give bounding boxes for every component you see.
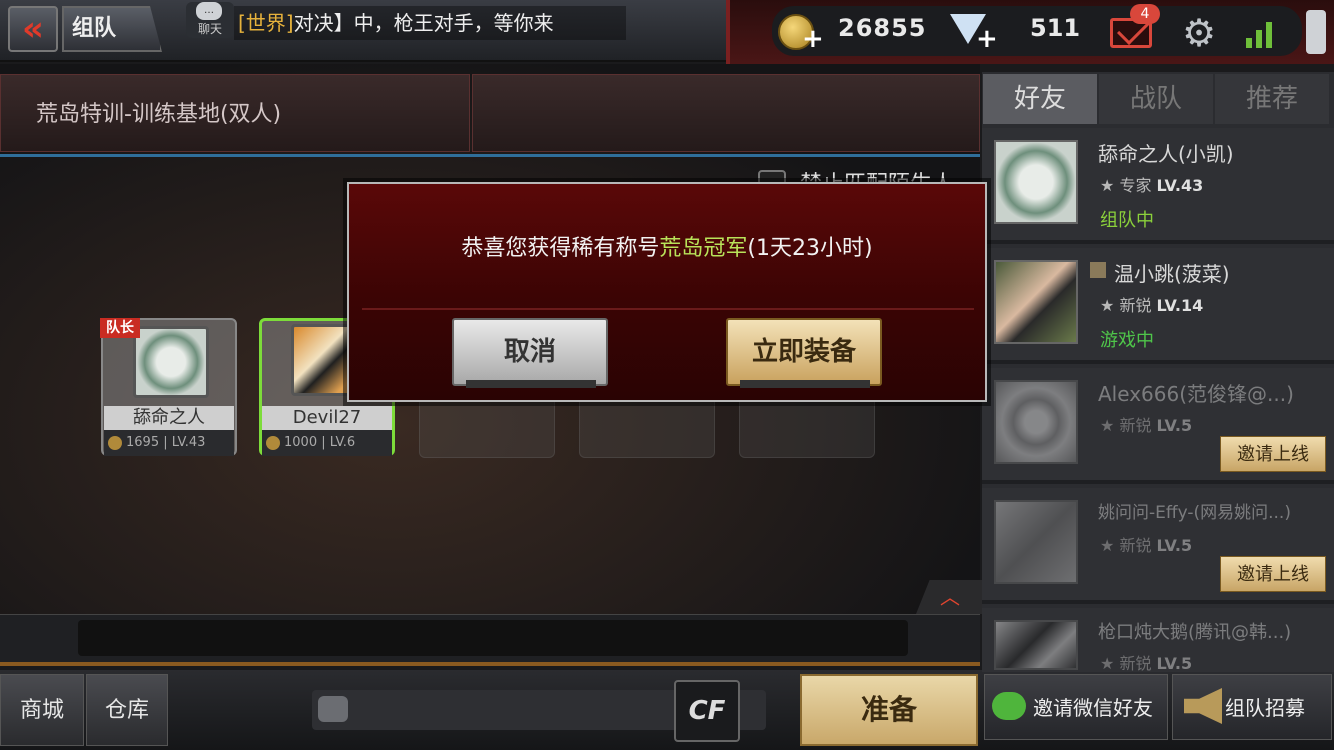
reward-dialog	[347, 182, 987, 402]
cancel-button[interactable]: 取消	[452, 318, 608, 386]
button-strip	[740, 380, 870, 388]
dialog-duration: (1天23小时)	[747, 236, 873, 261]
dialog-message-prefix: 恭喜您获得稀有称号	[461, 236, 660, 261]
divider	[362, 308, 974, 310]
title-name: 荒岛冠军	[659, 236, 748, 261]
button-strip	[466, 380, 596, 388]
dialog-message: 恭喜您获得稀有称号荒岛冠军(1天23小时)	[349, 230, 985, 262]
equip-now-button[interactable]: 立即装备	[726, 318, 882, 386]
